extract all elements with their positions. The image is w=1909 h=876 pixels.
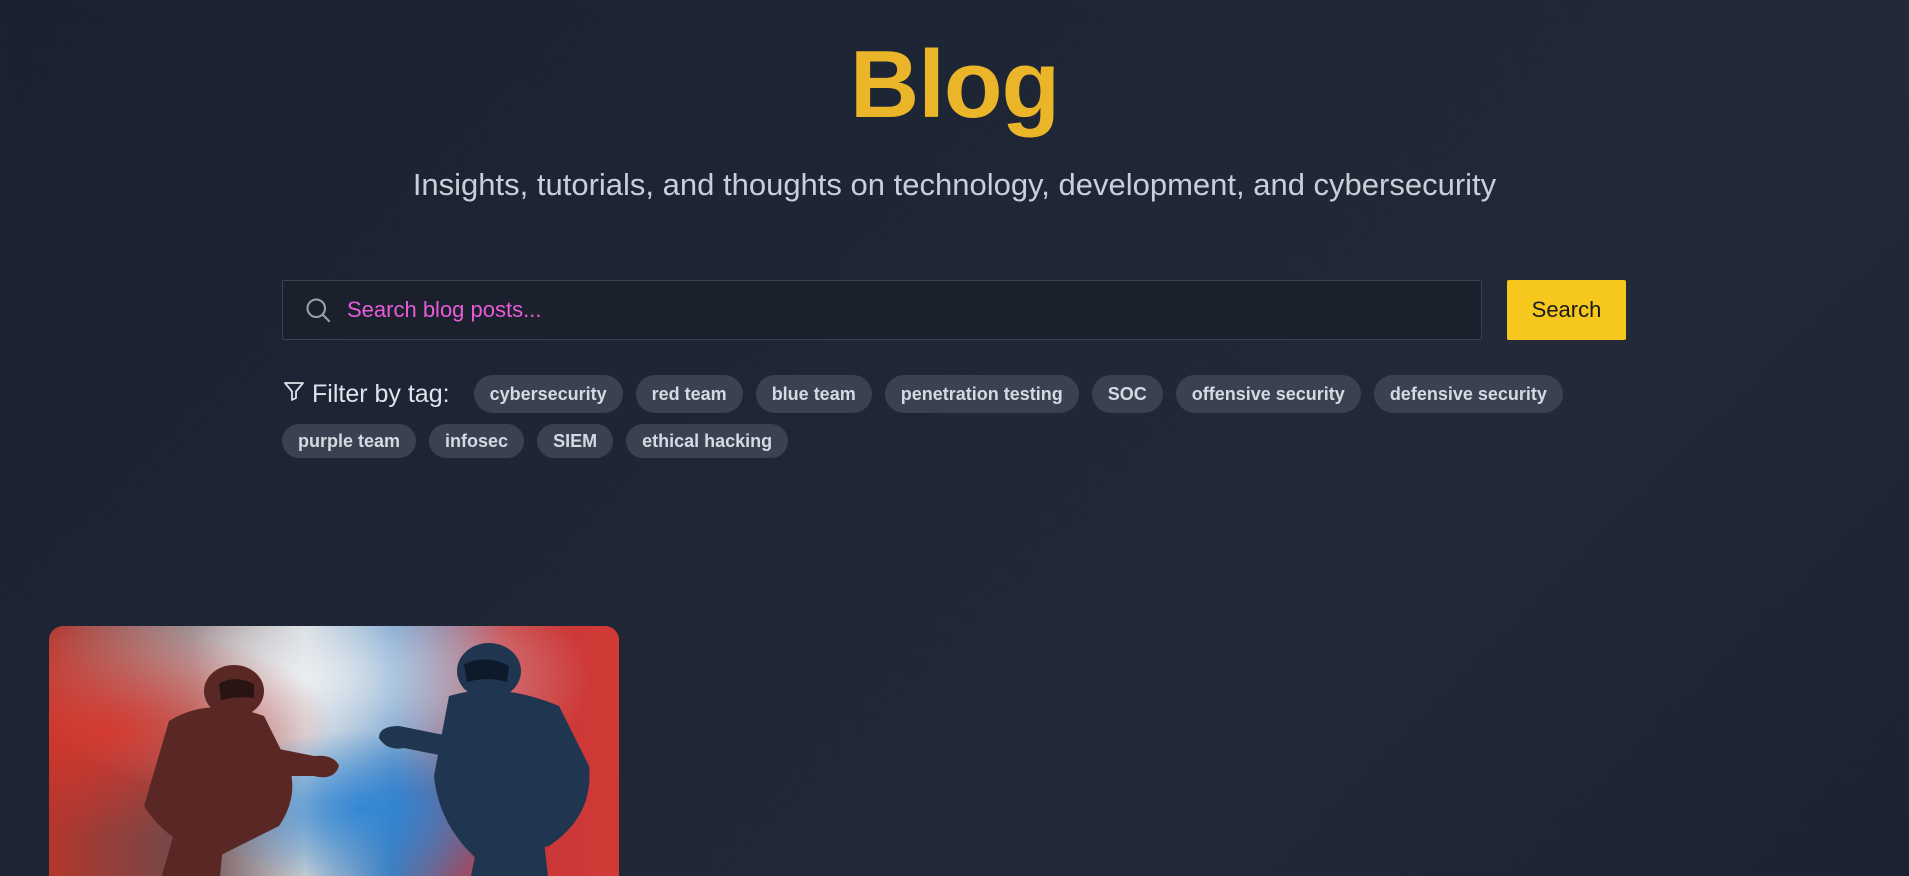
tag-red-team[interactable]: red team <box>635 375 743 413</box>
search-input[interactable] <box>333 281 1481 339</box>
tag-filter-row-2: purple team infosec SIEM ethical hacking <box>282 424 1642 458</box>
tag-ethical-hacking[interactable]: ethical hacking <box>626 424 789 458</box>
tag-siem[interactable]: SIEM <box>537 424 614 458</box>
tag-purple-team[interactable]: purple team <box>282 424 417 458</box>
tag-filter-row: Filter by tag: cybersecurity red team bl… <box>282 375 1642 413</box>
tag-soc[interactable]: SOC <box>1091 375 1163 413</box>
tag-penetration-testing[interactable]: penetration testing <box>884 375 1079 413</box>
blog-post-card[interactable] <box>49 626 619 876</box>
tag-blue-team[interactable]: blue team <box>755 375 872 413</box>
filter-label: Filter by tag: <box>282 379 450 410</box>
search-icon <box>303 295 333 325</box>
page-subtitle: Insights, tutorials, and thoughts on tec… <box>412 167 1497 202</box>
tag-offensive-security[interactable]: offensive security <box>1175 375 1361 413</box>
search-box[interactable] <box>282 280 1482 340</box>
tag-cybersecurity[interactable]: cybersecurity <box>473 375 623 413</box>
tag-defensive-security[interactable]: defensive security <box>1373 375 1563 413</box>
tag-infosec[interactable]: infosec <box>429 424 525 458</box>
filter-icon <box>282 379 312 410</box>
page-title: Blog <box>849 31 1060 138</box>
filter-label-text: Filter by tag: <box>312 379 450 408</box>
search-button[interactable]: Search <box>1507 280 1626 340</box>
red-vs-blue-armored-soldiers-image <box>49 626 619 876</box>
